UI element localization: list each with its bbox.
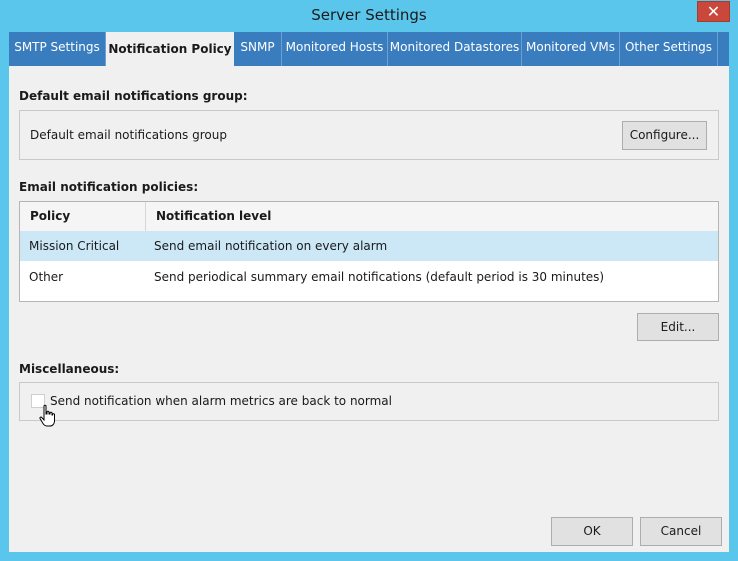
column-divider[interactable]: [145, 202, 146, 231]
table-row[interactable]: Other Send periodical summary email noti…: [20, 262, 718, 292]
notification-level-cell: Send periodical summary email notificati…: [154, 270, 605, 284]
default-group-heading: Default email notifications group:: [19, 89, 248, 103]
column-header-policy[interactable]: Policy: [30, 202, 70, 231]
policies-grid: Policy Notification level Mission Critic…: [19, 201, 719, 302]
title-bar: Server Settings ✕: [0, 0, 738, 32]
policy-cell: Other: [29, 270, 64, 284]
tab-monitored-hosts[interactable]: Monitored Hosts: [282, 32, 388, 66]
default-group-box: Default email notifications group: [19, 110, 719, 160]
table-row[interactable]: Mission Critical Send email notification…: [20, 231, 718, 261]
policy-cell: Mission Critical: [29, 239, 120, 253]
policies-heading: Email notification policies:: [19, 180, 199, 194]
tab-monitored-datastores[interactable]: Monitored Datastores: [388, 32, 522, 66]
column-header-notification-level[interactable]: Notification level: [156, 202, 271, 231]
grid-header: Policy Notification level: [20, 202, 718, 232]
tab-other-settings[interactable]: Other Settings: [620, 32, 718, 66]
tab-notification-policy[interactable]: Notification Policy: [106, 32, 234, 66]
tab-snmp[interactable]: SNMP: [234, 32, 282, 66]
window-title: Server Settings: [311, 6, 427, 24]
back-to-normal-label[interactable]: Send notification when alarm metrics are…: [50, 394, 392, 408]
tab-monitored-vms[interactable]: Monitored VMs: [522, 32, 620, 66]
notification-level-cell: Send email notification on every alarm: [154, 239, 388, 253]
hand-cursor-icon: [39, 404, 55, 427]
ok-button[interactable]: OK: [551, 517, 633, 546]
tab-smtp-settings[interactable]: SMTP Settings: [9, 32, 106, 66]
close-icon: ✕: [706, 2, 721, 21]
default-group-text: Default email notifications group: [30, 128, 227, 142]
cancel-button[interactable]: Cancel: [640, 517, 722, 546]
misc-heading: Miscellaneous:: [19, 362, 120, 376]
close-button[interactable]: ✕: [697, 1, 730, 22]
configure-button[interactable]: Configure...: [622, 121, 707, 150]
edit-button[interactable]: Edit...: [637, 313, 719, 341]
